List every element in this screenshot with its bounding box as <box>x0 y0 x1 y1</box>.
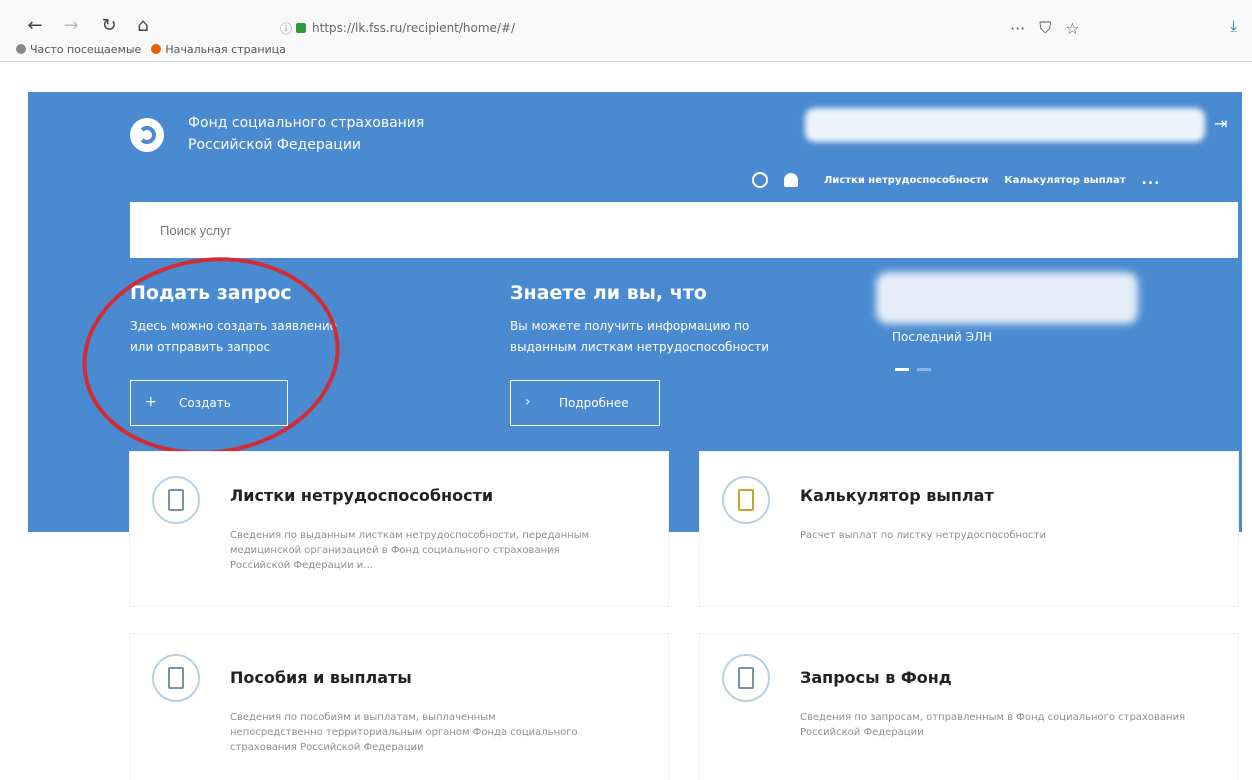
card-sick-leave[interactable]: Листки нетрудоспособности Сведения по вы… <box>130 452 668 606</box>
chevron-right-icon: › <box>525 394 531 410</box>
card-desc: Сведения по запросам, отправленным в Фон… <box>800 712 1186 738</box>
org-name[interactable]: Фонд социального страхования Российской … <box>188 112 424 156</box>
forward-icon[interactable]: → <box>56 10 86 40</box>
bookmarks-bar: Часто посещаемые Начальная страница <box>16 43 286 56</box>
reload-icon[interactable]: ↻ <box>94 10 124 40</box>
search-input[interactable] <box>130 202 1238 258</box>
card-title: Запросы в Фонд <box>800 668 952 687</box>
eln-label: Последний ЭЛН <box>892 330 992 344</box>
more-icon[interactable]: ... <box>1142 172 1161 188</box>
card-title: Пособия и выплаты <box>230 668 412 687</box>
firefox-icon <box>151 44 162 54</box>
bookmark-start-page[interactable]: Начальная страница <box>151 43 286 56</box>
card-desc: Расчет выплат по листку нетрудоспособнос… <box>800 530 1046 541</box>
pocket-icon[interactable]: ⛉ <box>1039 18 1051 38</box>
url-text: https://lk.fss.ru/recipient/home/#/ <box>312 21 516 35</box>
card-requests[interactable]: Запросы в Фонд Сведения по запросам, отп… <box>700 634 1238 780</box>
info-text: Вы можете получить информацию по выданны… <box>510 319 770 354</box>
bookmark-most-visited[interactable]: Часто посещаемые <box>16 43 141 56</box>
bookmark-star-icon[interactable]: ☆ <box>1065 19 1079 38</box>
top-nav: Листки нетрудоспособности Калькулятор вы… <box>752 172 1160 188</box>
home-icon[interactable]: ⌂ <box>128 10 158 40</box>
info-icon[interactable]: ⓘ <box>280 20 292 37</box>
card-desc: Сведения по выданным листкам нетрудоспос… <box>230 530 590 571</box>
nav-sick-leave[interactable]: Листки нетрудоспособности <box>824 175 988 186</box>
eln-number-redacted <box>876 272 1138 324</box>
fss-logo[interactable] <box>130 118 164 152</box>
calculator-icon <box>722 476 770 524</box>
card-calculator[interactable]: Калькулятор выплат Расчет выплат по лист… <box>700 452 1238 606</box>
user-name-redacted <box>805 108 1205 142</box>
address-bar[interactable]: ⓘ https://lk.fss.ru/recipient/home/#/ <box>280 14 1100 42</box>
nav-calculator[interactable]: Калькулятор выплат <box>1004 175 1125 186</box>
info-title: Знаете ли вы, что <box>510 282 707 304</box>
card-benefits[interactable]: Пособия и выплаты Сведения по пособиям и… <box>130 634 668 780</box>
document-icon <box>722 654 770 702</box>
more-info-button[interactable]: › Подробнее <box>510 380 660 426</box>
card-title: Листки нетрудоспособности <box>230 486 494 505</box>
benefits-icon <box>152 654 200 702</box>
toolbar-icons: ··· ⛉ ☆ <box>1010 18 1080 38</box>
document-icon <box>152 476 200 524</box>
carousel-dot-active[interactable] <box>895 368 909 371</box>
back-icon[interactable]: ← <box>20 10 50 40</box>
clock-icon[interactable] <box>752 172 768 188</box>
lock-icon <box>296 23 307 33</box>
carousel-dot[interactable] <box>917 368 931 371</box>
browser-toolbar: ← → ↻ ⌂ ⓘ https://lk.fss.ru/recipient/ho… <box>0 0 1252 62</box>
card-title: Калькулятор выплат <box>800 486 994 505</box>
gear-icon <box>16 44 26 54</box>
logout-icon[interactable]: ⇥ <box>1214 114 1227 133</box>
download-icon[interactable]: ⤓ <box>1230 16 1237 36</box>
bell-icon[interactable] <box>784 173 798 187</box>
carousel-dots <box>895 368 931 371</box>
card-desc: Сведения по пособиям и выплатам, выплаче… <box>230 712 578 753</box>
page-actions-icon[interactable]: ··· <box>1010 19 1025 38</box>
